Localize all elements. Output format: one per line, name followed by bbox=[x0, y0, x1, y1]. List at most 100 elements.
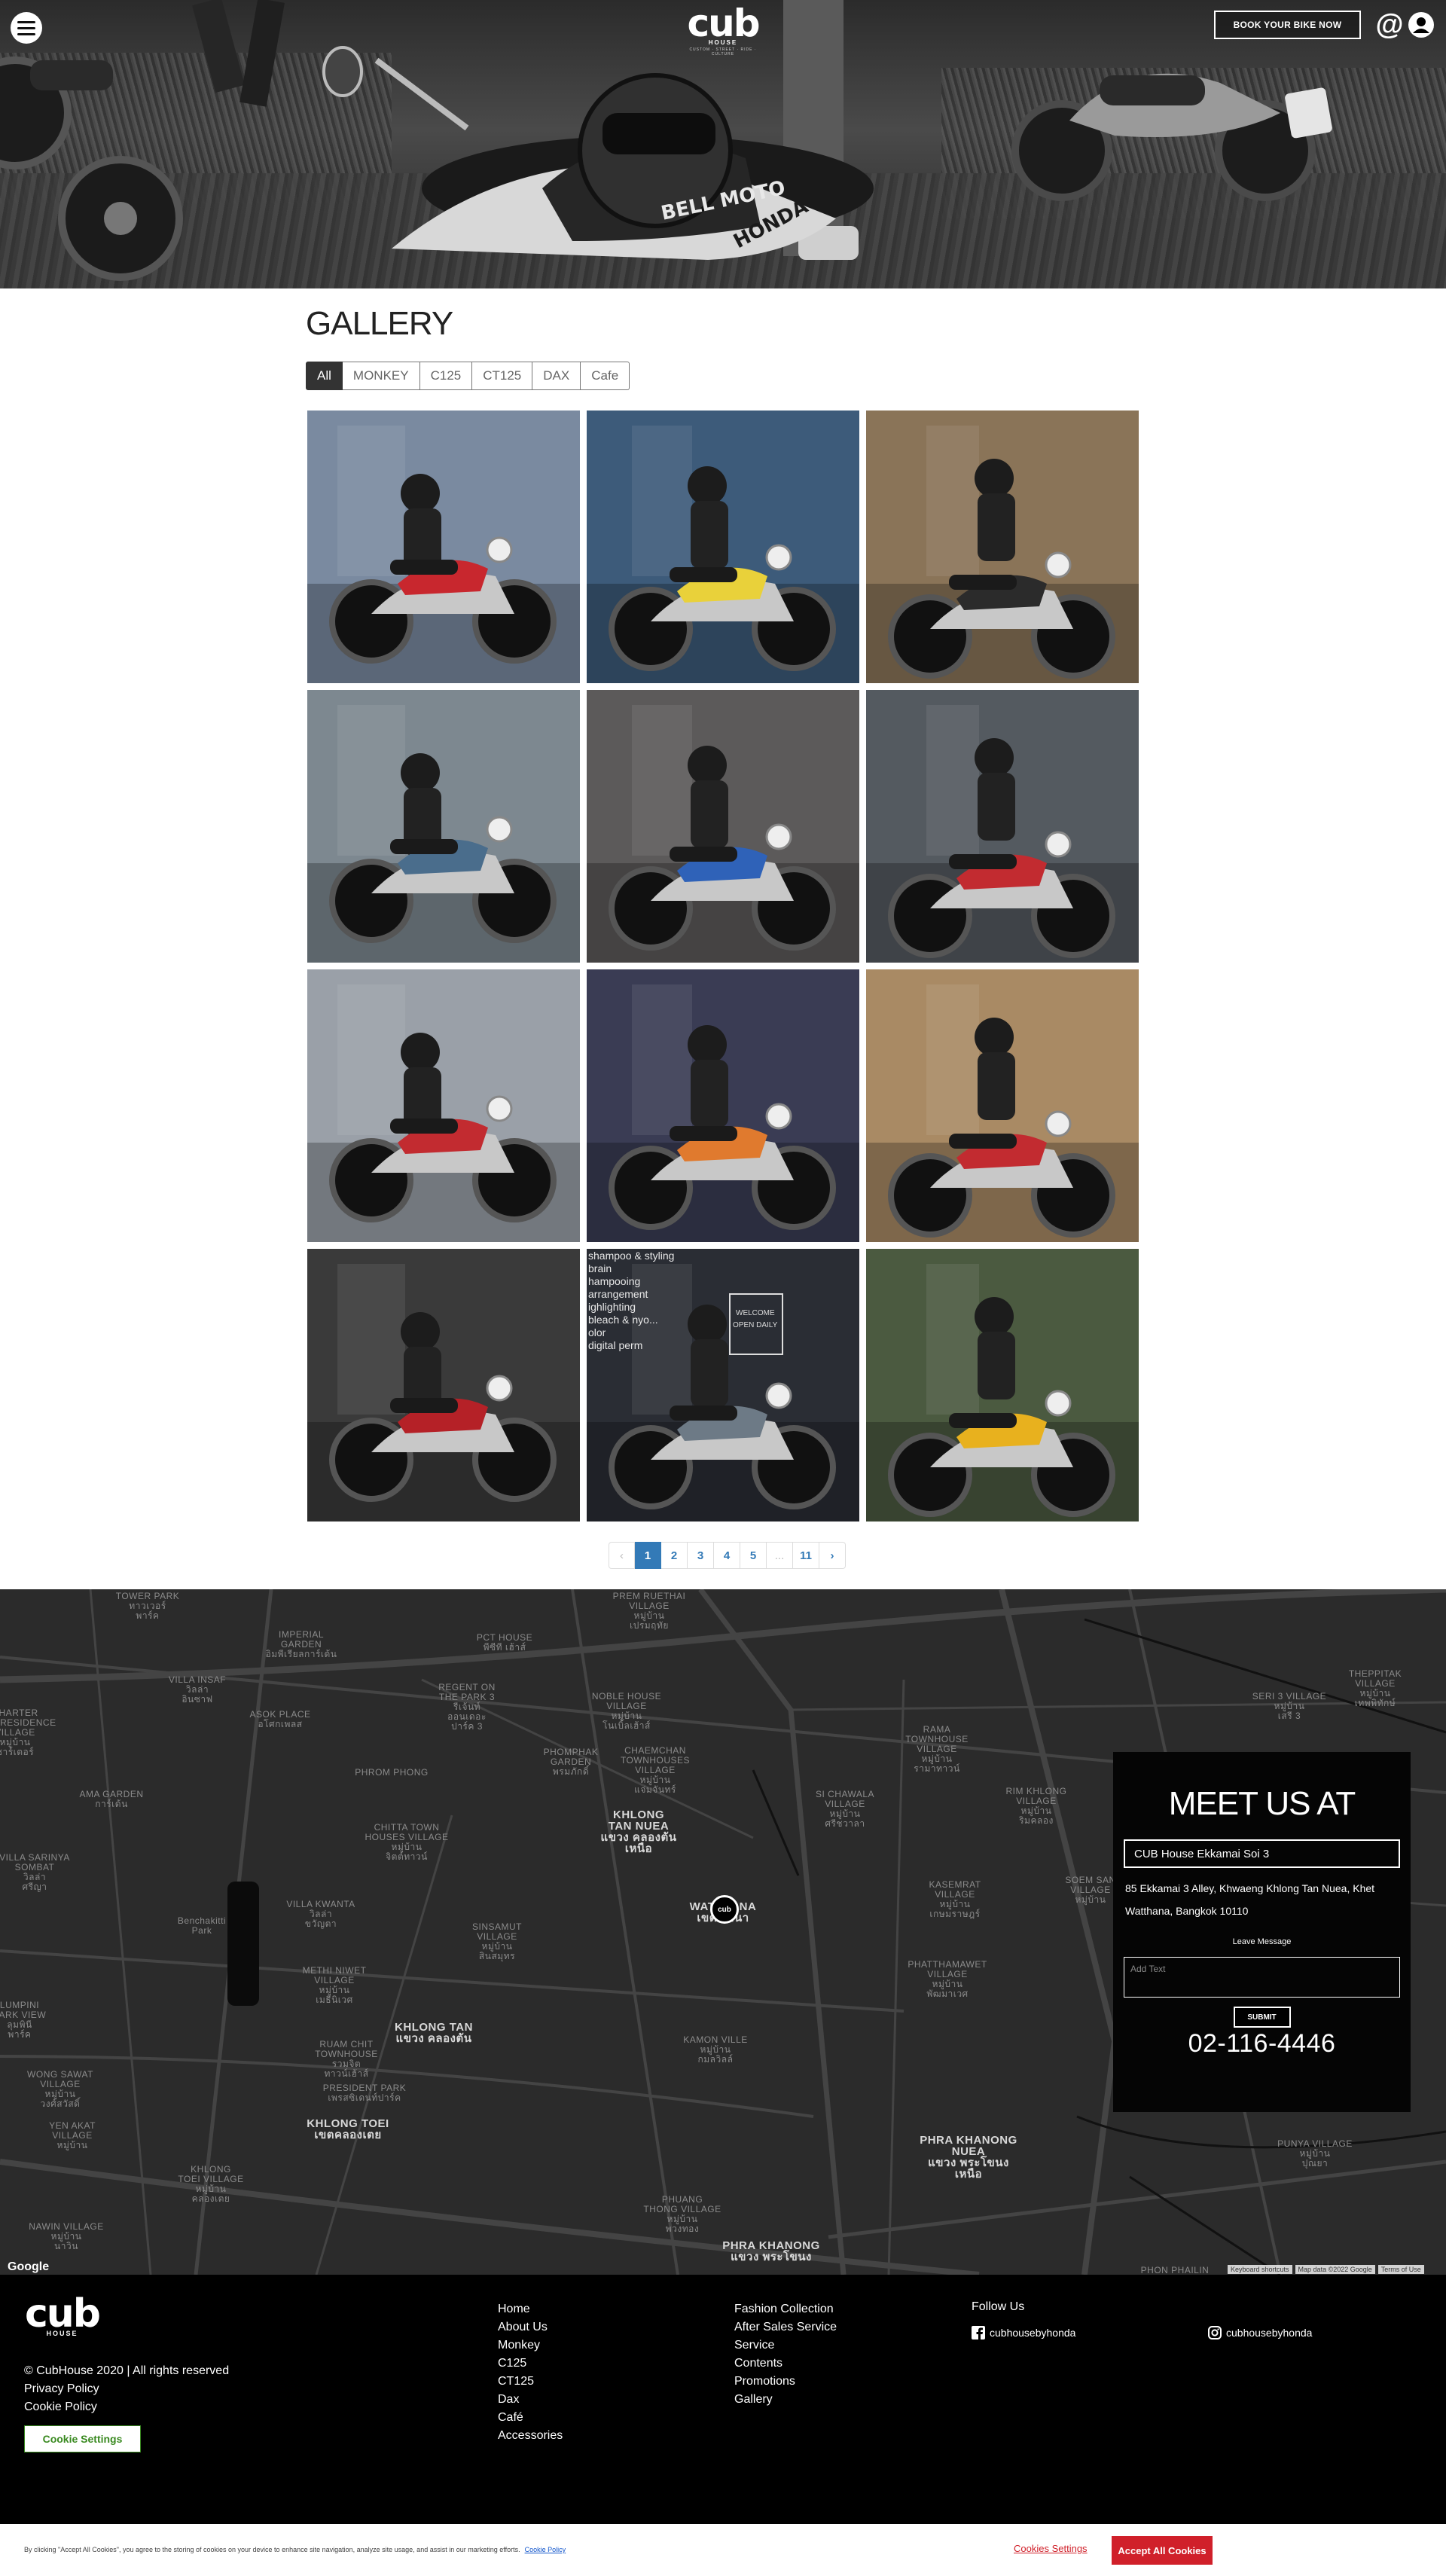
map-area-label: RIM KHLONG VILLAGE หมู่บ้าน ริมคลอง bbox=[1005, 1786, 1067, 1826]
pagination-page-2[interactable]: 2 bbox=[661, 1542, 688, 1569]
location-select[interactable]: CUB House Ekkamai Soi 3 bbox=[1124, 1839, 1400, 1868]
map-area-label: KHLONG TOEI VILLAGE หมู่บ้าน คลองเตย bbox=[178, 2164, 244, 2204]
map-area-label: YEN AKAT VILLAGE หมู่บ้าน bbox=[49, 2120, 96, 2150]
menu-icon-line bbox=[17, 32, 35, 35]
map-area-label: PUNYA VILLAGE หมู่บ้าน ปุณยา bbox=[1277, 2138, 1353, 2169]
gallery-photo-dax-blue[interactable] bbox=[307, 690, 580, 963]
facebook-link[interactable]: cubhousebyhonda bbox=[972, 2326, 1075, 2339]
footer-link-about[interactable]: About Us bbox=[498, 2318, 563, 2336]
footer-link-ct125[interactable]: CT125 bbox=[498, 2373, 563, 2391]
gallery-photo-monkey-dog[interactable] bbox=[866, 690, 1139, 963]
gallery-photo-monkey-yellow-image bbox=[866, 1249, 1139, 1521]
filter-tab-c125[interactable]: C125 bbox=[419, 362, 473, 390]
map-area-label: AMA GARDEN การ์เด้น bbox=[79, 1789, 144, 1809]
footer-link-promotions[interactable]: Promotions bbox=[734, 2373, 837, 2391]
message-textarea[interactable] bbox=[1124, 1957, 1400, 1998]
filter-tab-monkey[interactable]: MONKEY bbox=[342, 362, 420, 390]
map-area-label: RUAM CHIT TOWNHOUSE รวมจิต ทาวน์เฮ้าส์ bbox=[315, 2039, 378, 2079]
filter-tab-dax[interactable]: DAX bbox=[532, 362, 581, 390]
salon-window-text: brain bbox=[588, 1262, 612, 1274]
phone-number[interactable]: 02-116-4446 bbox=[1124, 2029, 1400, 2059]
cookie-policy-inline-link[interactable]: Cookie Policy bbox=[525, 2546, 566, 2553]
instagram-icon bbox=[1208, 2326, 1222, 2339]
gallery-photo-dax-crew[interactable] bbox=[307, 411, 580, 683]
pagination-page-last[interactable]: 11 bbox=[793, 1542, 819, 1569]
gallery-photo-rider-wood[interactable] bbox=[866, 969, 1139, 1242]
submit-button[interactable]: SUBMIT bbox=[1233, 2007, 1291, 2028]
pagination-page-4[interactable]: 4 bbox=[714, 1542, 740, 1569]
gallery-photo-riders-dirt-image bbox=[866, 411, 1139, 683]
gallery-photo-dax-red[interactable] bbox=[307, 1249, 580, 1521]
map-area-label: VILLA INSAF วิลล่า อินซาฟ bbox=[168, 1674, 227, 1705]
header-logo[interactable]: cub HOUSE CUSTOM · STREET · RIDE · CULTU… bbox=[685, 5, 761, 56]
book-your-bike-button[interactable]: BOOK YOUR BIKE NOW bbox=[1214, 11, 1361, 39]
footer-link-c125[interactable]: C125 bbox=[498, 2355, 563, 2373]
cub-house-map-pin[interactable]: cub bbox=[710, 1895, 739, 1924]
address-text: 85 Ekkamai 3 Alley, Khwaeng Khlong Tan N… bbox=[1125, 1882, 1375, 1917]
map-area-label: PHOMPHAK GARDEN พรมภักดิ์ bbox=[543, 1747, 599, 1777]
google-logo: Google bbox=[8, 2260, 50, 2273]
gallery-grid: shampoo & styling brain hampooing arrangeme… bbox=[307, 411, 1139, 1521]
gallery-photo-rider-portrait[interactable] bbox=[307, 969, 580, 1242]
gallery-photo-dax-black[interactable]: shampoo & styling brain hampooing arrangeme… bbox=[587, 1249, 859, 1521]
footer-link-gallery[interactable]: Gallery bbox=[734, 2391, 837, 2409]
leave-message-label: Leave Message bbox=[1232, 1937, 1292, 1946]
footer-link-fashion[interactable]: Fashion Collection bbox=[734, 2300, 837, 2318]
footer-logo[interactable]: cub HOUSE bbox=[23, 2294, 102, 2337]
cookies-settings-link[interactable]: Cookies Settings bbox=[1014, 2543, 1088, 2554]
pagination-next[interactable]: › bbox=[819, 1542, 846, 1569]
filter-tab-ct125[interactable]: CT125 bbox=[472, 362, 533, 390]
pagination-page-1[interactable]: 1 bbox=[635, 1542, 661, 1569]
cookie-policy-link[interactable]: Cookie Policy bbox=[24, 2398, 229, 2416]
map-area-label: KHLONG TAN แขวง คลองตัน bbox=[395, 2021, 473, 2045]
pagination-page-5[interactable]: 5 bbox=[740, 1542, 767, 1569]
meet-us-title: MEET US AT bbox=[1168, 1785, 1356, 1822]
map-area-label: WONG SAWAT VILLAGE หมู่บ้าน วงศ์สวัสดิ์ bbox=[27, 2069, 93, 2109]
privacy-policy-link[interactable]: Privacy Policy bbox=[24, 2380, 229, 2398]
footer-link-service[interactable]: Service bbox=[734, 2336, 837, 2355]
gallery-photo-night-group[interactable] bbox=[587, 969, 859, 1242]
map-area-label: VILLA SARINYA SOMBAT วิลล่า ศรีญา bbox=[0, 1852, 70, 1892]
filter-tab-cafe[interactable]: Cafe bbox=[581, 362, 630, 390]
gallery-photo-monkey-street[interactable] bbox=[587, 411, 859, 683]
salon-window-text: bleach & nyo... bbox=[588, 1314, 658, 1326]
footer-legal: © CubHouse 2020 | All rights reserved Pr… bbox=[24, 2362, 229, 2416]
footer-link-home[interactable]: Home bbox=[498, 2300, 563, 2318]
cookie-settings-button[interactable]: Cookie Settings bbox=[24, 2425, 141, 2452]
instagram-handle: cubhousebyhonda bbox=[1226, 2327, 1313, 2339]
facebook-handle: cubhousebyhonda bbox=[990, 2327, 1076, 2339]
footer-link-accessories[interactable]: Accessories bbox=[498, 2427, 563, 2445]
gallery-title: GALLERY bbox=[306, 305, 453, 342]
map-area-label: SERI 3 VILLAGE หมู่บ้าน เสรี 3 bbox=[1252, 1691, 1327, 1721]
menu-icon-line bbox=[17, 26, 35, 29]
gallery-photo-riders-dirt[interactable] bbox=[866, 411, 1139, 683]
gallery-photo-dax-red-image bbox=[307, 1249, 580, 1521]
welcome-sign-text: WELCOME bbox=[736, 1309, 775, 1317]
footer-link-contents[interactable]: Contents bbox=[734, 2355, 837, 2373]
gallery-photo-monkey-yellow[interactable] bbox=[866, 1249, 1139, 1521]
contact-at-icon[interactable]: @ bbox=[1375, 11, 1404, 39]
footer-link-monkey[interactable]: Monkey bbox=[498, 2336, 563, 2355]
pagination-prev[interactable]: ‹ bbox=[609, 1542, 635, 1569]
filter-tab-all[interactable]: All bbox=[306, 362, 343, 390]
hamburger-menu-button[interactable] bbox=[11, 12, 42, 44]
map-area-label: TOWER PARK ทาวเวอร์ พาร์ค bbox=[115, 1591, 180, 1621]
user-account-icon[interactable] bbox=[1407, 11, 1435, 39]
footer-link-after-sales[interactable]: After Sales Service bbox=[734, 2318, 837, 2336]
instagram-link[interactable]: cubhousebyhonda bbox=[1208, 2326, 1312, 2339]
footer-nav-column-1: Home About Us Monkey C125 CT125 Dax Café… bbox=[498, 2300, 563, 2445]
map-area-label: METHI NIWET VILLAGE หมู่บ้าน เมธีนิเวศ bbox=[302, 1965, 367, 2005]
map-area-label: PHRA KHANONG แขวง พระโขนง bbox=[722, 2239, 820, 2263]
copyright-text: © CubHouse 2020 | All rights reserved bbox=[24, 2364, 230, 2377]
keyboard-shortcuts-link[interactable]: Keyboard shortcuts bbox=[1228, 2265, 1292, 2274]
map-area-label: SOEM SAN VILLAGE หมู่บ้าน bbox=[1065, 1875, 1116, 1905]
footer-link-dax[interactable]: Dax bbox=[498, 2391, 563, 2409]
gallery-photo-couple-ride[interactable] bbox=[587, 690, 859, 963]
gallery-photo-rider-portrait-image bbox=[307, 969, 580, 1242]
accept-all-cookies-button[interactable]: Accept All Cookies bbox=[1112, 2536, 1213, 2565]
follow-us-heading: Follow Us bbox=[972, 2300, 1025, 2313]
terms-of-use-link[interactable]: Terms of Use bbox=[1377, 2265, 1424, 2274]
gallery-filter-tabs: All MONKEY C125 CT125 DAX Cafe bbox=[306, 362, 630, 390]
footer-link-cafe[interactable]: Café bbox=[498, 2409, 563, 2427]
pagination-page-3[interactable]: 3 bbox=[688, 1542, 714, 1569]
